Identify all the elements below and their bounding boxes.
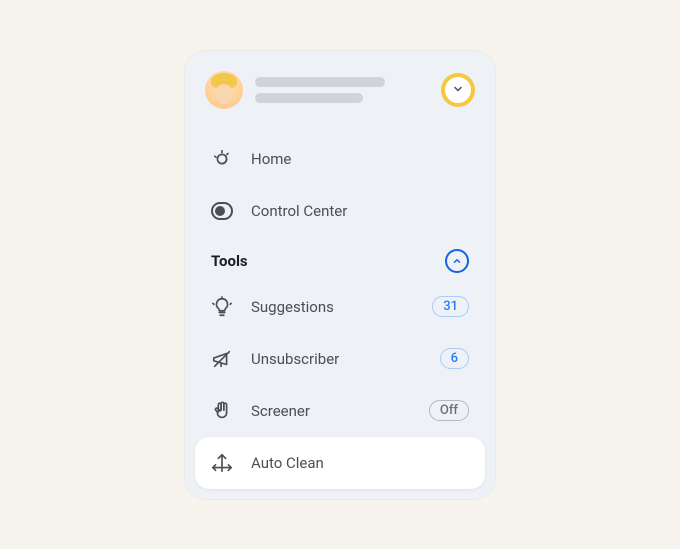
section-title: Tools	[211, 252, 248, 270]
nav-label: Suggestions	[251, 298, 414, 316]
nav-item-suggestions[interactable]: Suggestions 31	[195, 281, 485, 333]
account-email-placeholder	[255, 93, 363, 103]
home-icon	[211, 148, 233, 170]
lightbulb-icon	[211, 296, 233, 318]
nav-item-screener[interactable]: Screener Off	[195, 385, 485, 437]
tools-collapse-button[interactable]	[445, 249, 469, 273]
nav-item-unsubscriber[interactable]: Unsubscriber 6	[195, 333, 485, 385]
account-info	[255, 77, 429, 103]
chevron-down-icon	[452, 80, 464, 99]
megaphone-off-icon	[211, 348, 233, 370]
account-header	[195, 67, 485, 123]
nav-label: Unsubscriber	[251, 350, 422, 368]
account-toggle-button[interactable]	[441, 73, 475, 107]
arrows-icon	[211, 452, 233, 474]
chevron-up-icon	[452, 251, 462, 270]
nav-item-control-center[interactable]: Control Center	[195, 185, 485, 237]
toggle-icon	[211, 200, 233, 222]
count-badge: 6	[440, 348, 469, 369]
nav-list: Home Control Center Tools	[195, 123, 485, 489]
nav-label: Home	[251, 150, 469, 168]
nav-label: Auto Clean	[251, 454, 469, 472]
nav-label: Screener	[251, 402, 411, 420]
hand-icon	[211, 400, 233, 422]
count-badge: 31	[432, 296, 469, 317]
tools-section-header: Tools	[195, 237, 485, 281]
status-badge: Off	[429, 400, 469, 421]
nav-item-auto-clean[interactable]: Auto Clean	[195, 437, 485, 489]
sidebar-panel: Home Control Center Tools	[185, 51, 495, 499]
nav-item-home[interactable]: Home	[195, 133, 485, 185]
account-name-placeholder	[255, 77, 385, 87]
avatar[interactable]	[205, 71, 243, 109]
nav-label: Control Center	[251, 202, 469, 220]
